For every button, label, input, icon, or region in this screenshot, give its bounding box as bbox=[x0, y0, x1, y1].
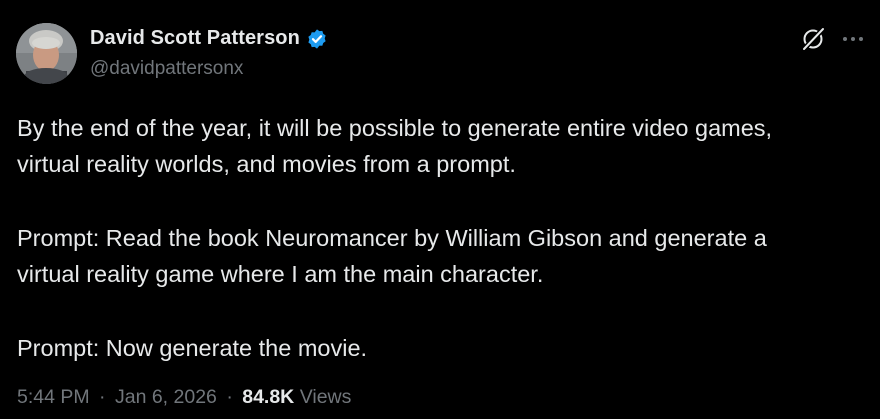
meta-separator: · bbox=[99, 386, 106, 408]
author-name-row: David Scott Patterson bbox=[90, 27, 328, 50]
tweet-line: virtual reality game where I am the main… bbox=[17, 261, 544, 287]
tweet-post: David Scott Patterson @davidpattersonx B… bbox=[0, 0, 880, 419]
tweet-meta: 5:44 PM · Jan 6, 2026 · 84.8K Views bbox=[17, 386, 351, 409]
tweet-time[interactable]: 5:44 PM bbox=[17, 386, 90, 408]
verified-badge-icon[interactable] bbox=[306, 28, 328, 50]
views-count: 84.8K bbox=[242, 386, 295, 408]
more-horizontal-icon bbox=[843, 37, 863, 41]
views-label: Views bbox=[299, 386, 352, 408]
tweet-line: By the end of the year, it will be possi… bbox=[17, 115, 773, 141]
tweet-line: virtual reality worlds, and movies from … bbox=[17, 151, 516, 177]
author-display-name[interactable]: David Scott Patterson bbox=[90, 27, 300, 50]
author-handle[interactable]: @davidpattersonx bbox=[90, 58, 243, 80]
tweet-line: Prompt: Now generate the movie. bbox=[17, 335, 368, 361]
avatar[interactable] bbox=[16, 23, 77, 84]
meta-separator: · bbox=[226, 386, 233, 408]
grok-icon bbox=[802, 27, 825, 51]
tweet-text: By the end of the year, it will be possi… bbox=[17, 110, 867, 366]
more-options-button[interactable] bbox=[838, 25, 868, 53]
grok-button[interactable] bbox=[799, 25, 827, 53]
tweet-line: Prompt: Read the book Neuromancer by Wil… bbox=[17, 225, 767, 251]
tweet-date[interactable]: Jan 6, 2026 bbox=[115, 386, 217, 408]
